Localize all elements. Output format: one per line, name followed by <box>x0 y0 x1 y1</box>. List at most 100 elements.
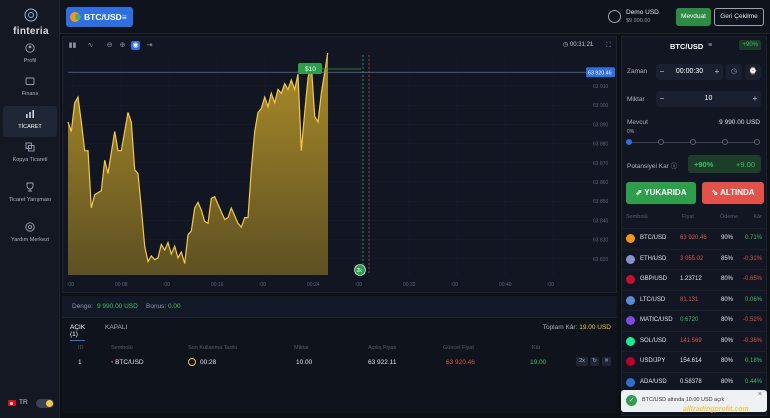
slider-step[interactable] <box>658 139 664 145</box>
y-tick-label: 63 860 <box>593 180 609 186</box>
tab-open[interactable]: AÇIK (1) <box>70 324 86 341</box>
balance-label: Denge: <box>72 303 93 310</box>
market-row[interactable]: LTC/USD 81.131 80% 0.06% <box>622 289 766 310</box>
market-row[interactable]: ADA/USD 0.58378 80% 0.44% <box>622 371 766 392</box>
amount-value[interactable]: 10 <box>674 95 743 102</box>
y-tick-label: 63 900 <box>593 103 609 109</box>
zoom-reset-icon[interactable]: ◉ <box>131 41 140 50</box>
trades-panel: AÇIK (1) KAPALI Toplam Kâr: 19.00 USD ID… <box>62 318 617 413</box>
sidebar: finteria Profil Finans TİCARET Kopya Tic… <box>0 0 60 418</box>
y-tick-label: 63 870 <box>593 161 609 167</box>
available-value: 9 990.00 USD <box>719 119 760 126</box>
amount-increase-button[interactable]: + <box>749 91 761 107</box>
sidebar-item-profile[interactable]: Profil <box>3 40 57 71</box>
y-tick-label: 63 840 <box>593 218 609 224</box>
sidebar-item-competition[interactable]: Ticaret Yarışması <box>3 179 57 217</box>
chart-timer: ◷ 00:31:21 <box>563 42 594 48</box>
coin-icon <box>626 254 635 264</box>
copy-trade-icon <box>25 142 35 152</box>
time-decrease-button[interactable]: − <box>656 64 668 80</box>
x-tick-label: 00:24 <box>307 282 320 288</box>
buy-up-button[interactable]: ⇗ YUKARIDA <box>626 182 696 204</box>
market-price: 141.569 <box>680 337 702 344</box>
potential-profit-label: Potansiyel Kar ⓘ <box>627 160 677 170</box>
price-tag-label: 63 920.46 <box>588 71 612 77</box>
time-increase-button[interactable]: + <box>711 64 723 80</box>
col-header: Kâr <box>532 345 541 351</box>
market-payout: 80% <box>721 358 734 364</box>
language-label: TR <box>19 399 28 406</box>
slider-handle[interactable] <box>626 139 632 145</box>
close-trade-icon[interactable]: ✕ <box>602 357 611 366</box>
time-stepper[interactable]: − 00:00:30 + <box>656 64 723 80</box>
market-row[interactable]: GBP/USD 1.23712 80% -0.65% <box>622 269 766 289</box>
candles-icon[interactable]: ▮▮ <box>68 41 77 50</box>
payout-badge: +90% <box>739 40 761 50</box>
market-row[interactable]: SOL/USD 141.569 80% -0.36% <box>622 330 766 351</box>
sidebar-item-finance[interactable]: Finans <box>3 73 57 104</box>
market-symbol: USD/JPY <box>640 358 666 364</box>
help-icon <box>25 222 35 232</box>
buy-down-button[interactable]: ⇘ ALTINDA <box>702 182 764 204</box>
multiplier-button[interactable]: 2x <box>576 357 588 366</box>
jump-to-now-icon[interactable]: ⇥ <box>145 41 154 50</box>
zoom-in-icon[interactable]: ⊕ <box>118 41 127 50</box>
slider-percent: 0% <box>627 129 635 135</box>
amount-label: Miktar <box>627 96 645 103</box>
slider-step[interactable] <box>754 139 760 145</box>
balance-value: 9 990.00 USD <box>97 303 138 310</box>
slider-step[interactable] <box>690 139 696 145</box>
theme-toggle[interactable] <box>36 399 54 408</box>
market-symbol: ETH/USD <box>640 255 667 262</box>
market-price: 0.58378 <box>680 378 702 385</box>
withdraw-button[interactable]: Geri Çekilme <box>714 8 764 26</box>
x-tick-label: 00:40 <box>499 282 512 288</box>
col-header: ID <box>78 345 84 351</box>
top-bar: BTC/USD ≡ Demo USD $9 990.00 Mevduat Ger… <box>60 0 770 34</box>
timer-mode-icon[interactable]: ⌚ <box>745 64 761 80</box>
market-row[interactable]: BTC/USD 63 920.46 90% 0.71% <box>622 228 766 248</box>
panel-pair: BTC/USD <box>670 42 704 51</box>
account-icon[interactable] <box>608 10 621 23</box>
market-row[interactable]: USD/JPY 154.614 80% 0.18% <box>622 351 766 371</box>
sidebar-item-trading[interactable]: TİCARET <box>3 106 57 137</box>
total-profit: Toplam Kâr: 19.00 USD <box>543 324 611 331</box>
refresh-icon[interactable]: ↻ <box>590 357 599 366</box>
market-payout: 90% <box>721 235 734 241</box>
deposit-button[interactable]: Mevduat <box>676 8 711 26</box>
asset-selector-button[interactable]: BTC/USD ≡ <box>66 7 133 27</box>
profit-amount: +9.00 <box>736 160 755 169</box>
trade-symbol-text: BTC/USD <box>115 359 144 366</box>
amount-stepper[interactable]: − 10 + <box>656 91 761 107</box>
clock-icon[interactable]: ◷ <box>726 64 742 80</box>
account-name[interactable]: Demo USD <box>626 9 659 16</box>
sidebar-item-label: Finans <box>21 91 39 97</box>
price-chart[interactable]: $10 2k 63 920.46 63 910 63 900 63 890 63 880 63… <box>63 53 616 293</box>
total-profit-label: Toplam Kâr: <box>542 324 578 331</box>
language-switch[interactable]: TR <box>6 398 56 410</box>
close-toast-icon[interactable]: × <box>758 391 762 398</box>
amount-decrease-button[interactable]: − <box>656 91 668 107</box>
y-tick-label: 63 820 <box>593 257 609 263</box>
sidebar-item-copy-trading[interactable]: Kopya Ticareti <box>3 139 57 177</box>
y-tick-label: 63 890 <box>593 122 609 128</box>
sidebar-item-help[interactable]: Yardım Merkezi <box>3 219 57 257</box>
slider-step[interactable] <box>722 139 728 145</box>
market-row[interactable]: MATIC/USD 0.6720 80% -0.52% <box>622 310 766 330</box>
market-payout: 80% <box>721 337 734 344</box>
x-tick-label: :00 <box>67 282 74 288</box>
coin-icon <box>626 377 635 387</box>
market-col-header: Kâr <box>753 214 762 220</box>
x-tick-label: :00 <box>355 282 362 288</box>
market-price: 0.6720 <box>680 317 699 323</box>
fullscreen-icon[interactable]: ⛶ <box>604 41 613 50</box>
line-chart-icon[interactable]: ∿ <box>86 41 95 50</box>
tab-closed[interactable]: KAPALI <box>105 324 127 331</box>
market-row[interactable]: ETH/USD 3 055.02 85% -0.31% <box>622 248 766 269</box>
y-tick-label: 63 830 <box>593 238 609 244</box>
col-header: Açılış Fiyatı <box>368 345 397 351</box>
time-value[interactable]: 00:00:30 <box>674 68 705 75</box>
brand-logo[interactable]: finteria <box>6 8 56 37</box>
menu-lines-icon[interactable]: ≡ <box>708 42 712 49</box>
zoom-out-icon[interactable]: ⊖ <box>105 41 114 50</box>
